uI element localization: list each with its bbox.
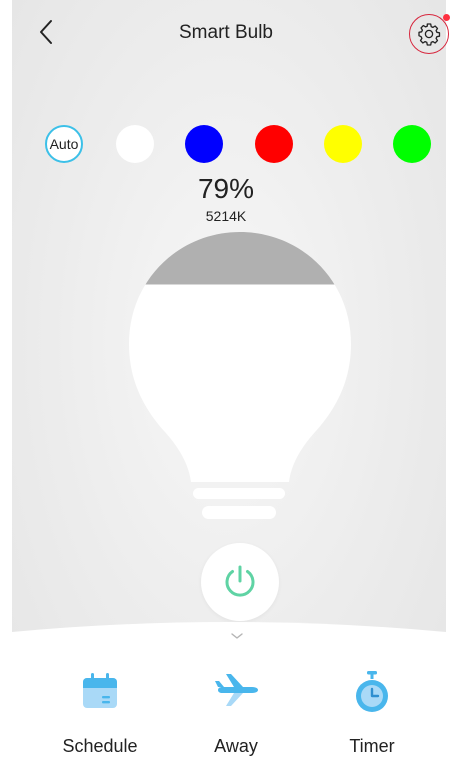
- color-temperature-value: 5214K: [205, 208, 247, 224]
- color-auto-button[interactable]: Auto: [45, 125, 83, 163]
- power-icon: [225, 565, 255, 597]
- color-green-swatch[interactable]: [393, 125, 431, 163]
- bulb-brightness-control[interactable]: [129, 232, 351, 522]
- schedule-button[interactable]: Schedule: [40, 660, 160, 760]
- airplane-icon: [215, 674, 258, 706]
- gear-icon: [418, 23, 441, 46]
- chevron-down-icon[interactable]: [230, 631, 244, 641]
- right-edge: [446, 0, 452, 764]
- bulb-base-stripe-2: [202, 506, 276, 519]
- calendar-icon: [83, 673, 117, 708]
- color-white-swatch[interactable]: [116, 125, 154, 163]
- timer-label: Timer: [349, 736, 395, 756]
- color-blue-swatch[interactable]: [185, 125, 223, 163]
- color-red-swatch[interactable]: [255, 125, 293, 163]
- smart-bulb-screen: Smart Bulb Auto 79% 5214K Schedule Away …: [0, 0, 452, 764]
- power-button[interactable]: [201, 543, 279, 621]
- away-button[interactable]: Away: [176, 660, 296, 760]
- away-label: Away: [214, 736, 258, 756]
- bulb-base-stripe-1: [193, 488, 285, 499]
- notification-dot: [443, 14, 450, 21]
- schedule-label: Schedule: [62, 736, 138, 756]
- page-title: Smart Bulb: [179, 22, 273, 43]
- left-edge: [0, 0, 12, 764]
- settings-button[interactable]: [409, 14, 449, 54]
- timer-button[interactable]: Timer: [312, 660, 432, 760]
- color-yellow-swatch[interactable]: [324, 125, 362, 163]
- brightness-value: 79%: [197, 173, 255, 204]
- stopwatch-icon: [356, 671, 388, 712]
